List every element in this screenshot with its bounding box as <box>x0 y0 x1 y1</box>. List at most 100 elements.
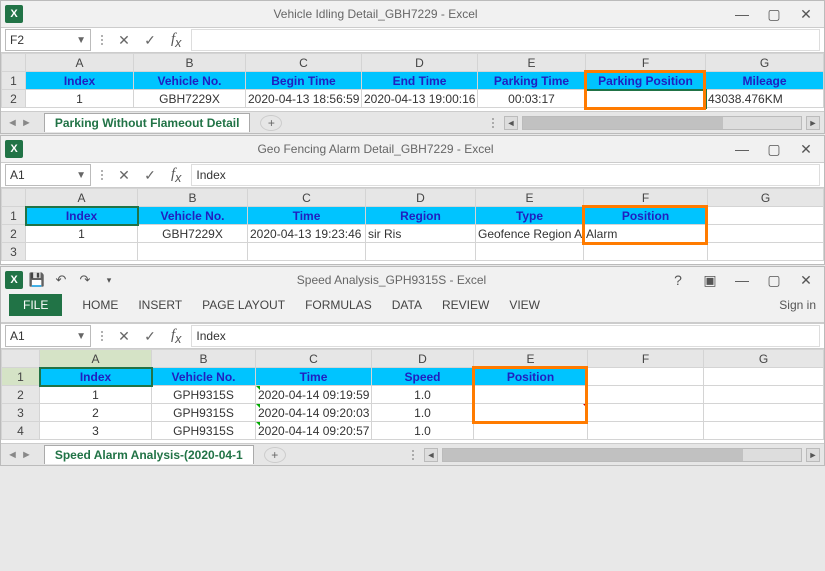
cell[interactable]: 2020-04-13 19:00:16 <box>362 90 478 108</box>
ribbon-display-button[interactable]: ▣ <box>696 270 724 290</box>
cell[interactable]: Geofence Region Alarm <box>476 225 584 243</box>
header-cell[interactable] <box>704 368 824 386</box>
scroll-left-button[interactable]: ◄ <box>424 448 438 462</box>
cell[interactable] <box>26 243 138 261</box>
cell[interactable] <box>704 386 824 404</box>
cancel-formula-button[interactable]: ✕ <box>113 164 135 186</box>
col-header[interactable]: A <box>26 54 134 72</box>
header-cell[interactable] <box>708 207 824 225</box>
header-cell[interactable]: Mileage <box>706 72 824 90</box>
cell[interactable]: Alarm <box>584 225 708 243</box>
cell[interactable] <box>248 243 366 261</box>
col-header[interactable]: C <box>256 350 372 368</box>
header-cell[interactable]: End Time <box>362 72 478 90</box>
col-header[interactable]: D <box>362 54 478 72</box>
cell[interactable]: 2020-04-13 19:23:46 <box>248 225 366 243</box>
cell[interactable] <box>588 404 704 422</box>
tab-insert[interactable]: INSERT <box>138 298 182 312</box>
cell[interactable]: 2020-04-13 18:56:59 <box>246 90 362 108</box>
close-button[interactable]: ✕ <box>792 139 820 159</box>
cell[interactable] <box>474 404 588 422</box>
cell[interactable]: 1.0 <box>372 422 474 440</box>
hscroll-thumb[interactable] <box>523 117 723 129</box>
cell[interactable]: 2020-04-14 09:20:57 <box>256 422 372 440</box>
select-all-button[interactable] <box>2 189 26 207</box>
cell[interactable]: 00:03:17 <box>478 90 586 108</box>
cell[interactable] <box>708 243 824 261</box>
name-box[interactable]: F2 ▼ <box>5 29 91 51</box>
select-all-button[interactable] <box>2 54 26 72</box>
redo-icon[interactable]: ↷ <box>75 270 95 290</box>
header-cell-selected[interactable]: Index <box>26 207 138 225</box>
cell[interactable] <box>584 243 708 261</box>
col-header[interactable]: F <box>584 189 708 207</box>
chevron-down-icon[interactable]: ▼ <box>76 331 86 342</box>
fx-icon[interactable]: fx <box>165 327 187 346</box>
undo-icon[interactable]: ↶ <box>51 270 71 290</box>
name-box[interactable]: A1 ▼ <box>5 164 91 186</box>
enter-formula-button[interactable]: ✓ <box>139 29 161 51</box>
cell[interactable] <box>474 422 588 440</box>
tab-file[interactable]: FILE <box>9 294 62 316</box>
select-all-button[interactable] <box>2 350 40 368</box>
row-header[interactable]: 2 <box>2 386 40 404</box>
tab-data[interactable]: DATA <box>392 298 422 312</box>
cell[interactable] <box>474 386 588 404</box>
header-cell-selected[interactable]: Index <box>40 368 152 386</box>
sheet-nav[interactable]: ◄ ► <box>1 117 38 129</box>
row-header[interactable]: 4 <box>2 422 40 440</box>
cell-selected[interactable] <box>586 90 706 108</box>
grid[interactable]: A B C D E F G 1 Index Vehicle No. Time S… <box>1 349 824 443</box>
cell[interactable] <box>704 422 824 440</box>
header-cell[interactable]: Type <box>476 207 584 225</box>
maximize-button[interactable]: ▢ <box>760 139 788 159</box>
cell[interactable] <box>708 225 824 243</box>
col-header[interactable]: G <box>704 350 824 368</box>
tab-page-layout[interactable]: PAGE LAYOUT <box>202 298 285 312</box>
cell[interactable]: GBH7229X <box>134 90 246 108</box>
sheet-tab-active[interactable]: Parking Without Flameout Detail <box>44 113 251 132</box>
cell[interactable] <box>588 386 704 404</box>
cell[interactable]: 43038.476KM <box>706 90 824 108</box>
header-cell[interactable]: Vehicle No. <box>152 368 256 386</box>
chevron-down-icon[interactable]: ▼ <box>76 35 86 46</box>
cancel-formula-button[interactable]: ✕ <box>113 29 135 51</box>
cell[interactable] <box>138 243 248 261</box>
col-header[interactable]: B <box>138 189 248 207</box>
tab-home[interactable]: HOME <box>82 298 118 312</box>
cell[interactable]: GPH9315S <box>152 386 256 404</box>
col-header[interactable]: D <box>366 189 476 207</box>
maximize-button[interactable]: ▢ <box>760 4 788 24</box>
cell[interactable]: 3 <box>40 422 152 440</box>
col-header[interactable]: A <box>26 189 138 207</box>
name-box[interactable]: A1 ▼ <box>5 325 91 347</box>
col-header[interactable]: E <box>474 350 588 368</box>
save-icon[interactable]: 💾 <box>27 270 47 290</box>
grid[interactable]: A B C D E F G 1 Index Vehicle No. Begin … <box>1 53 824 111</box>
scroll-left-button[interactable]: ◄ <box>504 116 518 130</box>
scroll-right-button[interactable]: ► <box>806 448 820 462</box>
col-header[interactable]: E <box>478 54 586 72</box>
row-header[interactable]: 3 <box>2 243 26 261</box>
close-button[interactable]: ✕ <box>792 4 820 24</box>
grid[interactable]: A B C D E F G 1 Index Vehicle No. Time R… <box>1 188 824 264</box>
qat-customize-icon[interactable]: ▾ <box>99 270 119 290</box>
hscroll-track[interactable] <box>442 448 802 462</box>
close-button[interactable]: ✕ <box>792 270 820 290</box>
col-header[interactable]: G <box>706 54 824 72</box>
header-cell[interactable] <box>588 368 704 386</box>
cell[interactable] <box>366 243 476 261</box>
hscroll-thumb[interactable] <box>443 449 743 461</box>
minimize-button[interactable]: — <box>728 4 756 24</box>
formula-input[interactable]: Index <box>191 325 820 347</box>
row-header[interactable]: 1 <box>2 368 40 386</box>
cell[interactable]: GBH7229X <box>138 225 248 243</box>
col-header[interactable]: E <box>476 189 584 207</box>
col-header[interactable]: F <box>586 54 706 72</box>
scroll-right-button[interactable]: ► <box>806 116 820 130</box>
cell[interactable]: 2020-04-14 09:20:03 <box>256 404 372 422</box>
cell[interactable] <box>588 422 704 440</box>
add-sheet-button[interactable]: + <box>264 447 286 463</box>
enter-formula-button[interactable]: ✓ <box>139 325 161 347</box>
tab-review[interactable]: REVIEW <box>442 298 489 312</box>
